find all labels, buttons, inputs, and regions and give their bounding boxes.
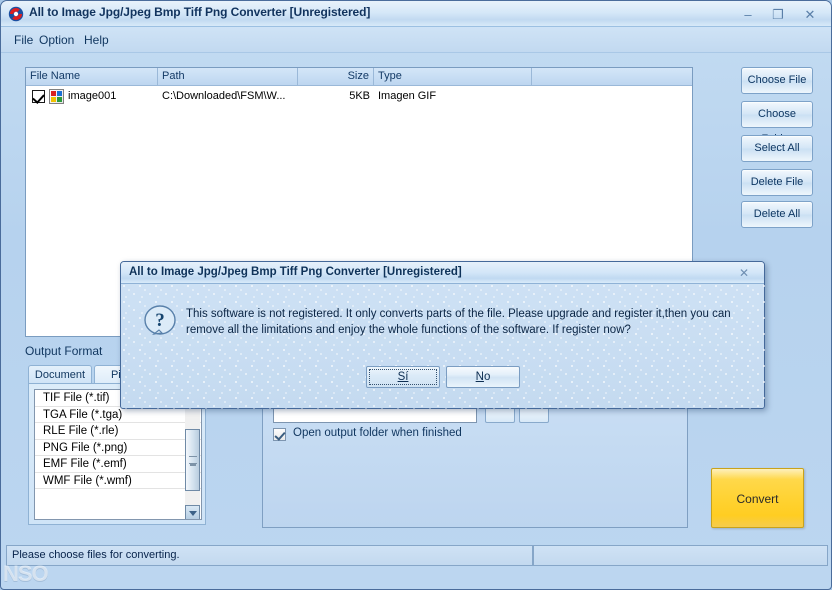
dialog-yes-label: Sí (397, 371, 409, 383)
tab-document[interactable]: Document (28, 365, 92, 384)
table-row[interactable]: image001 C:\Downloaded\FSM\W... 5KB Imag… (26, 86, 692, 108)
file-type-icon (49, 89, 64, 104)
application-window: All to Image Jpg/Jpeg Bmp Tiff Png Conve… (0, 0, 832, 590)
output-format-label: Output Format (25, 344, 103, 358)
status-message: Please choose files for converting. (6, 545, 533, 566)
list-item[interactable]: EMF File (*.emf) (35, 456, 201, 473)
dialog-message: This software is not registered. It only… (186, 308, 731, 336)
registration-dialog: All to Image Jpg/Jpeg Bmp Tiff Png Conve… (120, 261, 765, 409)
choose-folder-button[interactable]: Choose Folder (741, 101, 813, 145)
dialog-title: All to Image Jpg/Jpeg Bmp Tiff Png Conve… (129, 266, 462, 278)
menu-item-option[interactable]: Option (34, 32, 79, 48)
dialog-no-button[interactable]: No (446, 366, 520, 388)
list-item[interactable]: WMF File (*.wmf) (35, 473, 201, 489)
list-item[interactable]: PNG File (*.png) (35, 440, 201, 456)
menu-bar: File Option Help (1, 27, 831, 53)
maximize-button[interactable]: ❐ (765, 6, 791, 23)
cell-path: C:\Downloaded\FSM\W... (162, 90, 286, 102)
svg-text:?: ? (155, 310, 165, 331)
select-all-button[interactable]: Select All (741, 135, 813, 162)
app-logo-icon (8, 6, 24, 22)
dialog-yes-button[interactable]: Sí (366, 366, 440, 388)
status-right-panel (533, 545, 828, 566)
choose-file-button[interactable]: Choose File (741, 67, 813, 94)
settings-panel: Open output folder when finished (262, 397, 688, 528)
column-header-blank[interactable] (532, 68, 692, 85)
watermark-text: NSO (3, 561, 49, 586)
scroll-down-arrow-icon[interactable] (185, 505, 200, 519)
convert-button[interactable]: Convert (711, 468, 804, 528)
dialog-body: ? This software is not registered. It on… (122, 284, 765, 409)
menu-item-help[interactable]: Help (79, 32, 114, 48)
status-bar: Please choose files for converting. (6, 545, 828, 566)
open-output-folder-label[interactable]: Open output folder when finished (293, 427, 462, 439)
open-output-folder-checkbox[interactable] (273, 428, 286, 441)
minimize-button[interactable]: – (735, 6, 761, 23)
column-header-size[interactable]: Size (298, 68, 374, 85)
format-list-scrollbar[interactable] (185, 391, 200, 519)
row-checkbox[interactable] (32, 90, 45, 103)
list-item[interactable]: RLE File (*.rle) (35, 423, 201, 440)
window-title: All to Image Jpg/Jpeg Bmp Tiff Png Conve… (29, 5, 371, 19)
column-header-file-name[interactable]: File Name (26, 68, 158, 85)
title-bar: All to Image Jpg/Jpeg Bmp Tiff Png Conve… (1, 1, 831, 27)
dialog-no-label: No (475, 371, 491, 383)
delete-file-button[interactable]: Delete File (741, 169, 813, 196)
column-header-type[interactable]: Type (374, 68, 532, 85)
question-mark-icon: ? (144, 305, 176, 335)
scrollbar-thumb[interactable] (185, 429, 200, 491)
delete-all-button[interactable]: Delete All (741, 201, 813, 228)
column-header-path[interactable]: Path (158, 68, 298, 85)
dialog-close-icon[interactable]: ✕ (735, 265, 753, 281)
file-list-header: File Name Path Size Type (26, 68, 692, 86)
close-button[interactable]: ✕ (797, 6, 823, 23)
cell-size: 5KB (349, 90, 370, 102)
cell-file-name: image001 (68, 90, 117, 102)
dialog-title-bar: All to Image Jpg/Jpeg Bmp Tiff Png Conve… (121, 262, 764, 284)
cell-type: Imagen GIF (378, 90, 437, 102)
